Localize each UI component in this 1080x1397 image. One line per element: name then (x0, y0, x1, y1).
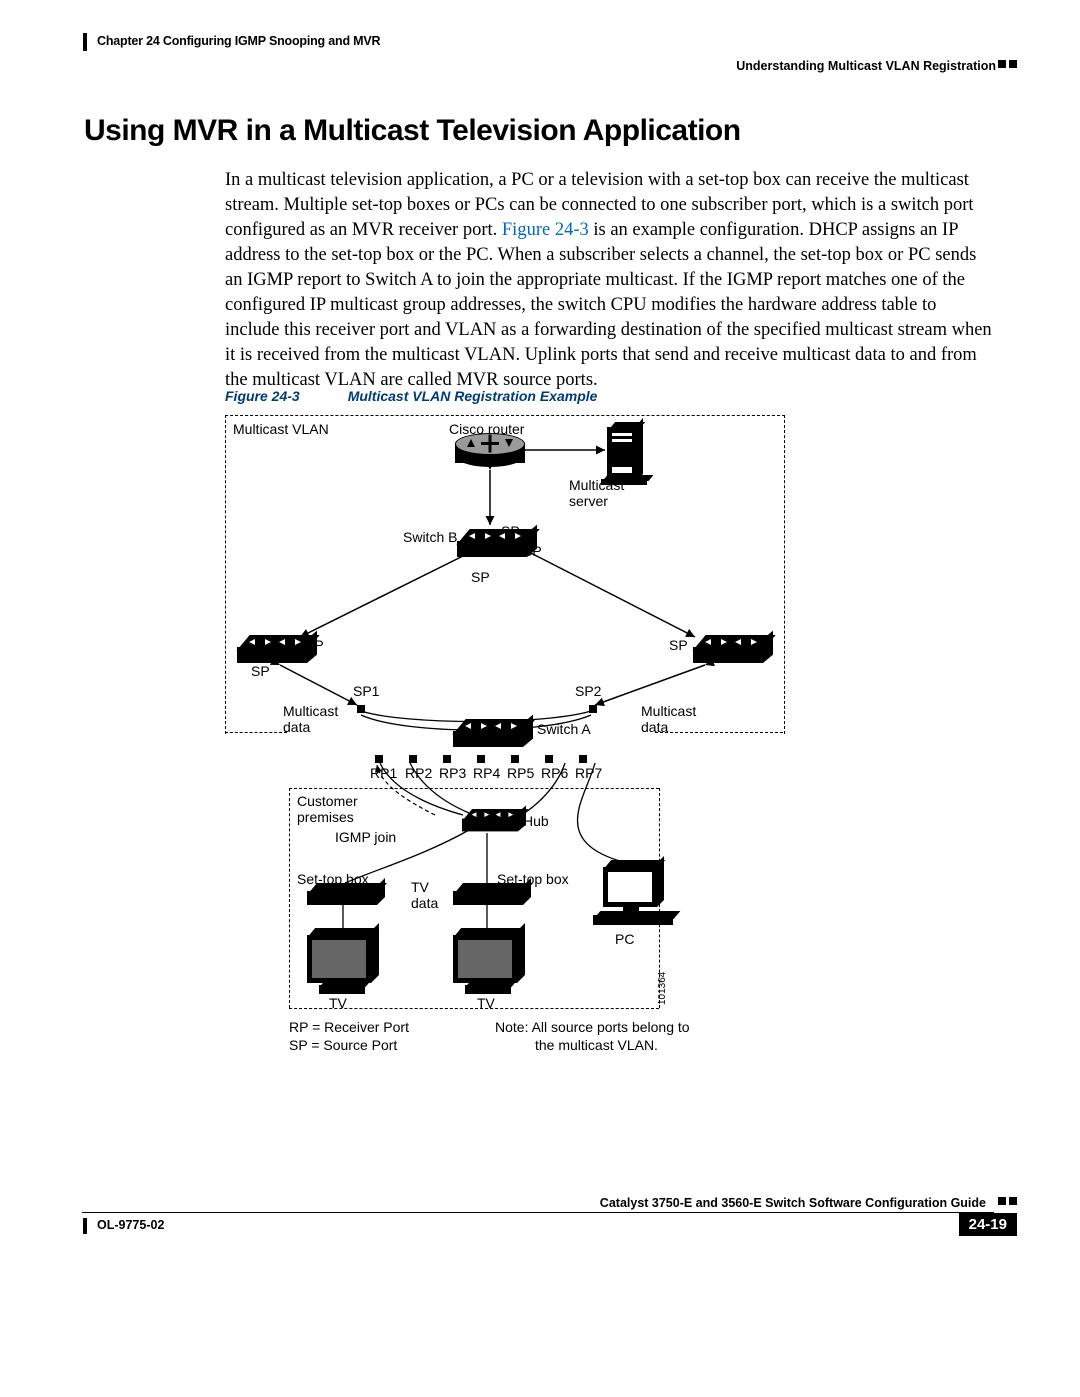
router-icon (455, 433, 525, 479)
port-icon (477, 755, 485, 763)
page-title: Using MVR in a Multicast Television Appl… (84, 114, 741, 148)
footer-rule (82, 1212, 994, 1213)
figure-caption: Figure 24-3 Multicast VLAN Registration E… (225, 388, 597, 404)
rp-label: RP3 (439, 765, 466, 781)
sp1-label: SP1 (353, 683, 379, 699)
header-dot-icon (998, 60, 1006, 68)
server-icon (607, 427, 649, 487)
sp2-label: SP2 (575, 683, 601, 699)
port-icon (443, 755, 451, 763)
diagram: Multicast VLAN Cisco router Multicast se… (225, 415, 785, 1075)
sp-label: SP (471, 569, 490, 585)
switch-icon (457, 537, 527, 561)
switch-icon (693, 643, 763, 667)
legend-note: the multicast VLAN. (535, 1037, 658, 1053)
legend-note: Note: All source ports belong to (495, 1019, 690, 1035)
multicast-vlan-label: Multicast VLAN (233, 421, 329, 437)
header-rule (83, 33, 87, 51)
hub-icon (462, 815, 518, 834)
settop-box-icon (453, 889, 523, 911)
port-icon (511, 755, 519, 763)
footer-guide-title: Catalyst 3750-E and 3560-E Switch Softwa… (600, 1196, 986, 1210)
port-icon (409, 755, 417, 763)
port-icon (375, 755, 383, 763)
port-icon (579, 755, 587, 763)
page-number: 24-19 (959, 1213, 1017, 1236)
tv-data-label: TV data (411, 879, 438, 911)
footer-dot-icon (998, 1197, 1006, 1205)
rp-label: RP2 (405, 765, 432, 781)
multicast-data-label: Multicast data (283, 703, 338, 735)
legend-rp: RP = Receiver Port (289, 1019, 409, 1035)
rp-label: RP5 (507, 765, 534, 781)
switch-b-label: Switch B (403, 529, 457, 545)
figure-title: Multicast VLAN Registration Example (348, 388, 598, 404)
legend-sp: SP = Source Port (289, 1037, 397, 1053)
pc-icon (593, 867, 673, 937)
port-icon (589, 705, 597, 713)
switch-a-label: Switch A (537, 721, 591, 737)
figure-number: Figure 24-3 (225, 388, 300, 404)
header-chapter: Chapter 24 Configuring IGMP Snooping and… (97, 34, 380, 48)
rp-label: RP4 (473, 765, 500, 781)
hub-label: Hub (523, 813, 549, 829)
switch-icon (237, 643, 307, 667)
port-icon (545, 755, 553, 763)
body-paragraph: In a multicast television application, a… (225, 168, 995, 393)
footer-dot-icon (1009, 1197, 1017, 1205)
igmp-join-label: IGMP join (335, 829, 396, 845)
sp-label: SP (669, 637, 688, 653)
tv-icon (307, 935, 379, 999)
footer-rule-vbar (83, 1218, 87, 1234)
rp-label: RP1 (370, 765, 397, 781)
multicast-data-label: Multicast data (641, 703, 696, 735)
footer-doc-number: OL-9775-02 (97, 1218, 164, 1232)
figure-reference-link[interactable]: Figure 24-3 (502, 220, 589, 240)
customer-premises-label: Customer premises (297, 793, 358, 825)
header-dot-icon (1009, 60, 1017, 68)
header-section: Understanding Multicast VLAN Registratio… (736, 59, 996, 73)
tv-icon (453, 935, 525, 999)
switch-icon (453, 727, 523, 751)
body-text-b: is an example configuration. DHCP assign… (225, 220, 992, 390)
page: Chapter 24 Configuring IGMP Snooping and… (0, 0, 1080, 1397)
rp-label: RP6 (541, 765, 568, 781)
figure-id: 101364 (657, 972, 668, 1005)
settop-box-icon (307, 889, 377, 911)
port-icon (357, 705, 365, 713)
rp-label: RP7 (575, 765, 602, 781)
